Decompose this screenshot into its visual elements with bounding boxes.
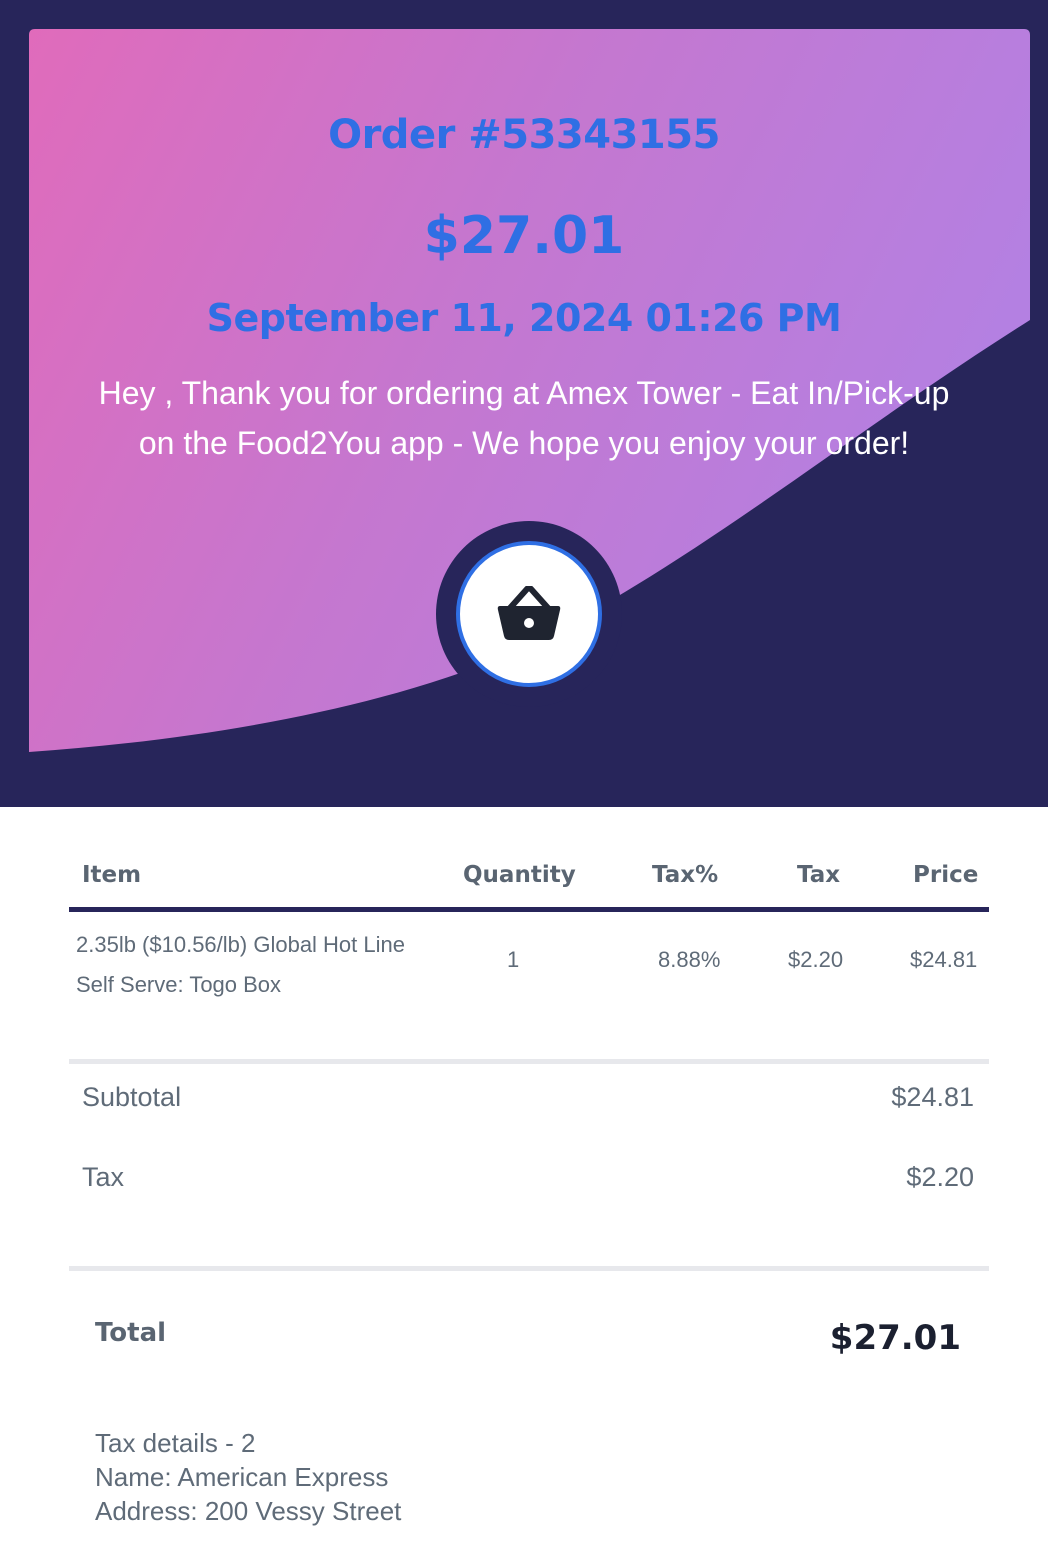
item-name-line-1: 2.35lb ($10.56/lb) Global Hot Line xyxy=(76,932,405,957)
tax-details-address: Address: 200 Vessy Street xyxy=(95,1496,402,1526)
order-amount: $27.01 xyxy=(423,206,625,266)
tax-label: Tax xyxy=(82,1162,125,1192)
item-quantity: 1 xyxy=(507,947,520,972)
item-price: $24.81 xyxy=(910,947,978,972)
tax-details-count: Tax details - 2 xyxy=(95,1428,256,1458)
shopping-basket-icon xyxy=(497,586,561,640)
subtotal-label: Subtotal xyxy=(82,1082,182,1112)
column-header-item: Item xyxy=(82,862,142,888)
subtotal-value: $24.81 xyxy=(891,1082,974,1112)
item-tax: $2.20 xyxy=(788,947,844,972)
order-number: Order #53343155 xyxy=(328,112,720,158)
thank-you-message: Hey , Thank you for ordering at Amex Tow… xyxy=(80,368,968,468)
item-name-line-2: Self Serve: Togo Box xyxy=(76,972,282,997)
divider xyxy=(69,1266,989,1271)
receipt-header: Order #53343155 $27.01 September 11, 202… xyxy=(0,0,1048,807)
order-datetime: September 11, 2024 01:26 PM xyxy=(206,296,842,340)
table-header-divider xyxy=(69,907,989,912)
total-label: Total xyxy=(95,1318,167,1348)
column-header-quantity: Quantity xyxy=(463,862,576,888)
total-value: $27.01 xyxy=(829,1318,961,1358)
item-name: 2.35lb ($10.56/lb) Global Hot Line Self … xyxy=(76,925,456,1005)
divider xyxy=(69,1059,989,1064)
tax-details: Tax details - 2 Name: American Express A… xyxy=(95,1426,401,1528)
thank-you-line-1: Hey , Thank you for ordering at Amex Tow… xyxy=(98,375,950,411)
item-tax-percent: 8.88% xyxy=(658,947,721,972)
column-header-price: Price xyxy=(913,862,979,888)
tax-details-name: Name: American Express xyxy=(95,1462,389,1492)
tax-value: $2.20 xyxy=(906,1162,974,1192)
column-header-tax-percent: Tax% xyxy=(652,862,719,888)
column-header-tax: Tax xyxy=(797,862,841,888)
thank-you-line-2: on the Food2You app - We hope you enjoy … xyxy=(138,425,910,461)
